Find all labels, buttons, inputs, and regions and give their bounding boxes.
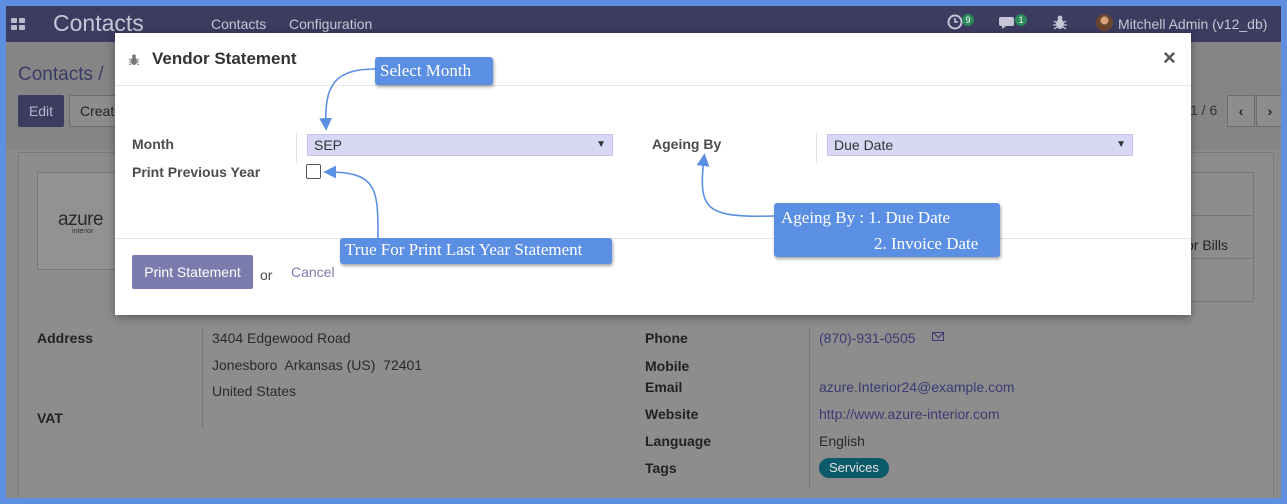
sms-envelope-icon[interactable]	[932, 332, 944, 341]
address-country: United States	[212, 383, 297, 399]
print-previous-year-checkbox[interactable]	[306, 164, 321, 179]
logo-subtext: interior	[72, 228, 94, 235]
pager-next-button[interactable]: ›	[1256, 95, 1281, 127]
address-label: Address	[37, 330, 94, 346]
pager-value: 1 / 6	[1190, 102, 1218, 118]
phone-label: Phone	[645, 330, 688, 346]
or-text: or	[260, 267, 273, 283]
dialog-header: Vendor Statement ×	[115, 33, 1191, 86]
edit-button[interactable]: Edit	[18, 95, 64, 127]
activity-badge: 9	[962, 14, 974, 26]
ageing-by-select[interactable]: Due Date ▼	[827, 134, 1133, 156]
debug-bug-icon[interactable]	[1053, 15, 1067, 33]
cancel-button[interactable]: Cancel	[291, 264, 335, 280]
smart-button-divider	[1188, 215, 1254, 216]
menu-contacts[interactable]: Contacts	[211, 16, 266, 32]
print-previous-year-label: Print Previous Year	[132, 164, 261, 180]
email-label: Email	[645, 379, 683, 395]
pager-previous-button[interactable]: ‹	[1227, 95, 1255, 127]
debug-bug-icon	[128, 53, 140, 66]
callout-select-month: Select Month	[375, 57, 493, 85]
smart-button-divider	[1188, 258, 1254, 259]
apps-grid-icon[interactable]	[11, 18, 25, 30]
callout-ageing-line1: Ageing By : 1. Due Date	[781, 208, 951, 227]
chevron-down-icon: ▼	[596, 139, 606, 150]
tag-badge[interactable]: Services	[819, 458, 889, 478]
vendor-bills-button[interactable]: or Bills	[1186, 237, 1228, 253]
user-menu[interactable]: Mitchell Admin (v12_db)	[1118, 16, 1267, 32]
chevron-down-icon: ▼	[1116, 139, 1126, 150]
contact-separator	[809, 328, 810, 488]
callout-print-last-year: True For Print Last Year Statement	[340, 238, 612, 264]
vendor-statement-dialog: Vendor Statement × Month Print Previous …	[115, 33, 1191, 315]
ageing-by-select-value: Due Date	[834, 137, 894, 153]
field-separator	[816, 133, 817, 163]
address-separator	[202, 328, 203, 428]
email-link[interactable]: azure.Interior24@example.com	[819, 379, 1015, 395]
mobile-label: Mobile	[645, 358, 690, 374]
activity-clock-icon[interactable]	[947, 14, 963, 33]
month-select[interactable]: SEP ▼	[307, 134, 613, 156]
phone-link[interactable]: (870)-931-0505	[819, 330, 916, 346]
address-city: Jonesboro Arkansas (US) 72401	[212, 357, 423, 373]
address-street: 3404 Edgewood Road	[212, 330, 351, 346]
messages-badge: 1	[1015, 14, 1027, 26]
website-link[interactable]: http://www.azure-interior.com	[819, 406, 1000, 422]
callout-ageing-by: Ageing By : 1. Due Date 2. Invoice Date	[774, 203, 1000, 257]
language-label: Language	[645, 433, 712, 449]
month-label: Month	[132, 136, 174, 152]
messages-icon[interactable]	[999, 15, 1016, 33]
field-separator	[296, 133, 297, 163]
website-label: Website	[645, 406, 699, 422]
month-select-value: SEP	[314, 137, 343, 153]
vat-label: VAT	[37, 410, 63, 426]
print-statement-button[interactable]: Print Statement	[132, 255, 253, 289]
user-avatar[interactable]	[1096, 14, 1113, 31]
dialog-title: Vendor Statement	[152, 49, 297, 68]
callout-ageing-line2: 2. Invoice Date	[874, 234, 979, 253]
close-button[interactable]: ×	[1163, 45, 1176, 71]
language-value: English	[819, 433, 865, 449]
app-frame: Contacts Contacts Configuration 9 1 Mitc…	[6, 6, 1281, 498]
ageing-by-label: Ageing By	[652, 136, 722, 152]
dialog-footer	[115, 238, 1191, 315]
breadcrumb[interactable]: Contacts /	[18, 64, 104, 86]
menu-configuration[interactable]: Configuration	[289, 16, 372, 32]
tags-label: Tags	[645, 460, 677, 476]
